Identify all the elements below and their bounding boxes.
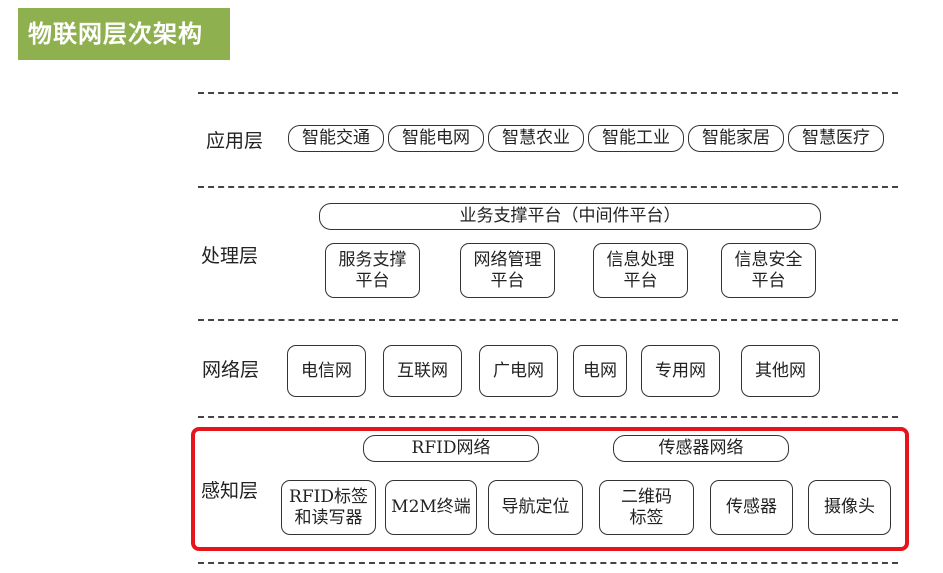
- separator-processing-network: [198, 319, 898, 321]
- app-item: 智能交通: [288, 125, 384, 152]
- app-item: 智慧农业: [488, 125, 584, 152]
- app-item: 智能家居: [688, 125, 784, 152]
- processing-layer-label: 处理层: [201, 245, 259, 267]
- separator-bottom: [198, 562, 898, 564]
- app-item: 智能电网: [388, 125, 484, 152]
- app-item: 智能工业: [588, 125, 684, 152]
- network-item: 电信网: [287, 345, 366, 397]
- middleware-platform: 业务支撑平台（中间件平台）: [319, 203, 821, 230]
- perception-layer-label: 感知层: [201, 480, 259, 502]
- network-item: 互联网: [383, 345, 462, 397]
- perception-item: 传感器: [710, 480, 793, 535]
- network-item: 广电网: [479, 345, 558, 397]
- application-layer-label: 应用层: [206, 130, 264, 152]
- separator-network-perception: [198, 416, 898, 418]
- perception-item: 导航定位: [488, 480, 583, 535]
- perception-item: M2M终端: [385, 480, 477, 535]
- processing-item: 服务支撑 平台: [325, 243, 420, 298]
- processing-item: 信息安全 平台: [721, 243, 816, 298]
- network-item: 专用网: [641, 345, 720, 397]
- perception-item: 二维码 标签: [599, 480, 694, 535]
- separator-top: [198, 92, 898, 94]
- network-item: 电网: [573, 345, 627, 397]
- network-item: 其他网: [741, 345, 820, 397]
- page-title: 物联网层次架构: [18, 8, 230, 60]
- sensor-network: 传感器网络: [613, 435, 789, 462]
- rfid-network: RFID网络: [363, 435, 539, 462]
- app-item: 智慧医疗: [788, 125, 884, 152]
- perception-item: 摄像头: [808, 480, 891, 535]
- processing-item: 网络管理 平台: [460, 243, 555, 298]
- perception-item: RFID标签 和读写器: [281, 480, 376, 535]
- separator-app-processing: [198, 186, 898, 188]
- network-layer-label: 网络层: [202, 359, 260, 381]
- processing-item: 信息处理 平台: [593, 243, 688, 298]
